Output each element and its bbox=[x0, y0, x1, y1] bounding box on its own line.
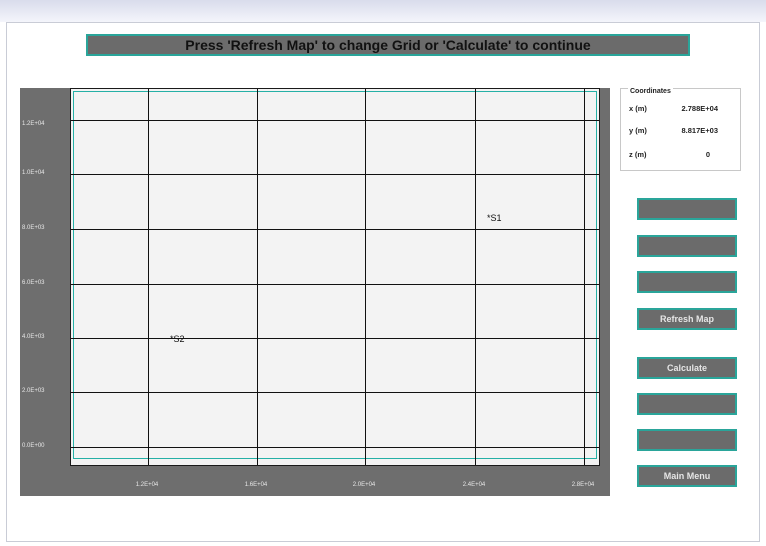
grid-line-vertical bbox=[584, 89, 585, 465]
side-button-1[interactable] bbox=[637, 198, 737, 220]
y-tick-label: 6.0E+03 bbox=[22, 280, 45, 286]
coord-y-label: y (m) bbox=[629, 126, 647, 135]
y-tick-label: 8.0E+03 bbox=[22, 225, 45, 231]
instruction-text: Press 'Refresh Map' to change Grid or 'C… bbox=[185, 37, 591, 53]
coord-z-label: z (m) bbox=[629, 150, 647, 159]
side-button-2[interactable] bbox=[637, 235, 737, 257]
side-button-6[interactable] bbox=[637, 393, 737, 415]
y-tick-label: 1.2E+04 bbox=[22, 121, 45, 127]
refresh-map-button[interactable]: Refresh Map bbox=[637, 308, 737, 330]
x-tick-label: 1.2E+04 bbox=[135, 482, 159, 488]
x-tick-label: 2.4E+04 bbox=[462, 482, 486, 488]
map-grid-frame bbox=[73, 91, 597, 459]
coordinates-title: Coordinates bbox=[628, 88, 673, 95]
grid-line-vertical bbox=[148, 89, 149, 465]
source-marker-s1[interactable]: *S1 bbox=[487, 213, 502, 223]
y-tick-label: 4.0E+03 bbox=[22, 334, 45, 340]
coord-x-label: x (m) bbox=[629, 104, 647, 113]
map-plot-area[interactable]: *S1 *S2 bbox=[70, 88, 600, 466]
grid-line-horizontal bbox=[71, 229, 599, 230]
side-button-3[interactable] bbox=[637, 271, 737, 293]
side-button-7[interactable] bbox=[637, 429, 737, 451]
coord-y-value: 8.817E+03 bbox=[681, 126, 719, 135]
y-tick-label: 1.0E+04 bbox=[22, 170, 45, 176]
window-title-strip bbox=[0, 0, 766, 22]
grid-line-horizontal bbox=[71, 338, 599, 339]
main-menu-button[interactable]: Main Menu bbox=[637, 465, 737, 487]
grid-line-vertical bbox=[365, 89, 366, 465]
grid-line-horizontal bbox=[71, 447, 599, 448]
grid-line-horizontal bbox=[71, 392, 599, 393]
x-tick-label: 1.6E+04 bbox=[244, 482, 268, 488]
grid-line-vertical bbox=[257, 89, 258, 465]
x-tick-label: 2.0E+04 bbox=[352, 482, 376, 488]
instruction-banner: Press 'Refresh Map' to change Grid or 'C… bbox=[86, 34, 690, 56]
source-marker-s2[interactable]: *S2 bbox=[170, 334, 185, 344]
calculate-button[interactable]: Calculate bbox=[637, 357, 737, 379]
coordinates-panel: Coordinates x (m) 2.788E+04 y (m) 8.817E… bbox=[620, 88, 741, 171]
y-tick-label: 0.0E+00 bbox=[22, 443, 45, 449]
grid-line-horizontal bbox=[71, 120, 599, 121]
grid-line-horizontal bbox=[71, 284, 599, 285]
x-tick-label: 2.8E+04 bbox=[571, 482, 595, 488]
y-tick-label: 2.0E+03 bbox=[22, 388, 45, 394]
grid-line-horizontal bbox=[71, 174, 599, 175]
coord-x-value: 2.788E+04 bbox=[681, 104, 719, 113]
grid-line-vertical bbox=[475, 89, 476, 465]
coord-z-value: 0 bbox=[705, 150, 710, 159]
